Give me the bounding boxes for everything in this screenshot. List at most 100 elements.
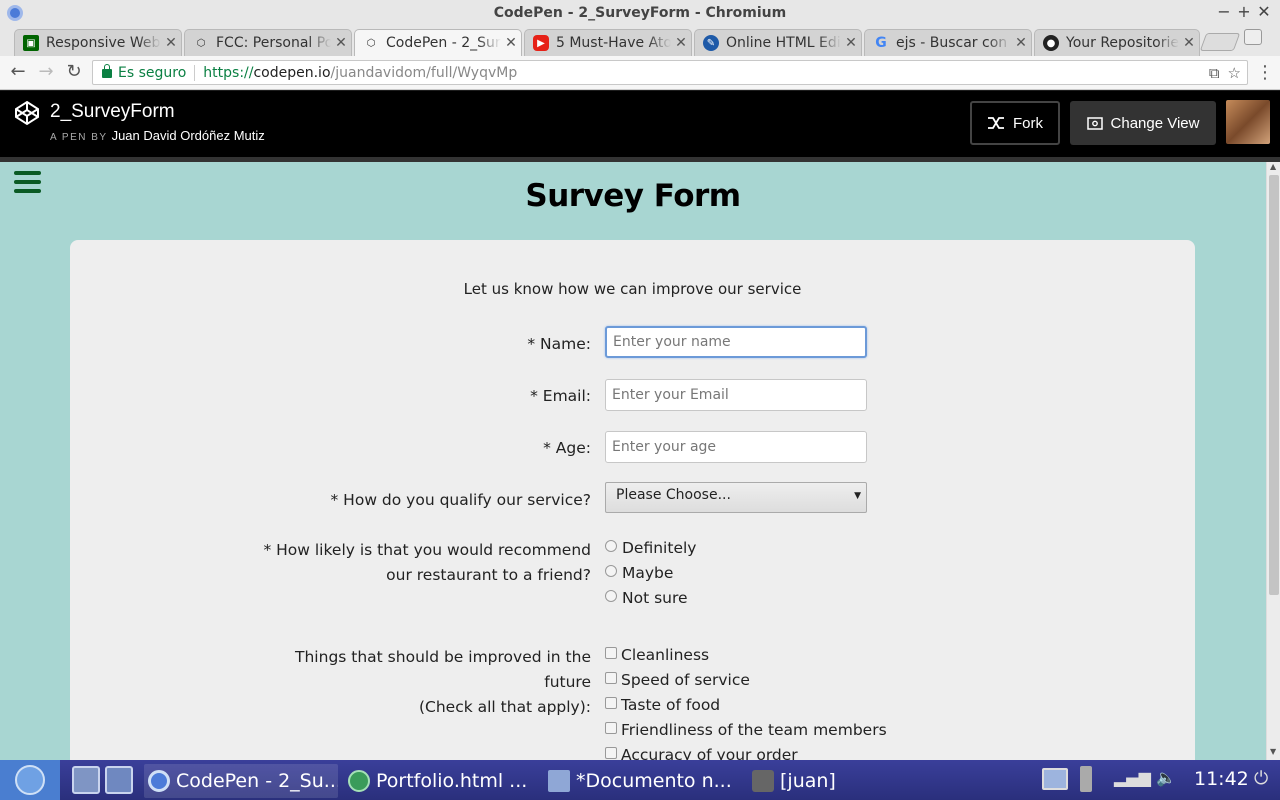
improve-option-taste[interactable]: Taste of food xyxy=(605,696,720,714)
tab-close-icon[interactable]: ✕ xyxy=(161,35,181,51)
atom-icon xyxy=(348,770,370,792)
tab-close-icon[interactable]: ✕ xyxy=(501,35,521,51)
tab-label: CodePen - 2_SurveyForm xyxy=(386,35,501,51)
clock[interactable]: 11:42 xyxy=(1194,768,1249,790)
pen-title: 2_SurveyForm xyxy=(50,101,175,122)
window-title: CodePen - 2_SurveyForm - Chromium xyxy=(493,5,787,21)
scroll-up-icon[interactable]: ▲ xyxy=(1270,162,1276,171)
radio-button[interactable] xyxy=(605,590,617,602)
tab-close-icon[interactable]: ✕ xyxy=(841,35,861,51)
taskbar-task-codepen[interactable]: CodePen - 2_Su... xyxy=(144,764,338,798)
improve-option-speed[interactable]: Speed of service xyxy=(605,671,750,689)
improve-option-cleanliness[interactable]: Cleanliness xyxy=(605,646,709,664)
tab-fcc-portfolio[interactable]: ⬡ FCC: Personal Portfolio ✕ xyxy=(184,29,352,56)
tab-label: Responsive Web Design xyxy=(46,35,161,51)
task-label: [juan] xyxy=(780,770,836,792)
browser-launcher-icon[interactable] xyxy=(105,766,133,794)
page-scrollbar[interactable]: ▲ ▼ xyxy=(1266,162,1280,760)
email-label: * Email: xyxy=(530,387,591,405)
tab-close-icon[interactable]: ✕ xyxy=(671,35,691,51)
codepen-icon: ⬡ xyxy=(196,37,206,49)
profile-icon[interactable] xyxy=(1244,29,1262,45)
checkbox[interactable] xyxy=(605,722,617,734)
radio-button[interactable] xyxy=(605,565,617,577)
tab-label: ejs - Buscar con Google xyxy=(896,35,1011,51)
taskbar-task-folder[interactable]: [juan] xyxy=(748,764,858,798)
page-title: Survey Form xyxy=(525,178,741,214)
tab-codepen-surveyform[interactable]: ⬡ CodePen - 2_SurveyForm ✕ xyxy=(354,29,522,56)
minimize-button[interactable]: − xyxy=(1214,2,1234,21)
youtube-icon: ▶ xyxy=(533,35,549,51)
tab-label: FCC: Personal Portfolio xyxy=(216,35,331,51)
fork-button[interactable]: Fork xyxy=(970,101,1060,145)
change-view-button[interactable]: Change View xyxy=(1070,101,1216,145)
new-tab-button[interactable] xyxy=(1199,33,1241,51)
recommend-label-line-1: * How likely is that you would recommend xyxy=(263,541,591,559)
tab-close-icon[interactable]: ✕ xyxy=(331,35,351,51)
radio-label: Not sure xyxy=(622,589,688,607)
recommend-option-not-sure[interactable]: Not sure xyxy=(605,589,688,607)
clipboard-icon[interactable] xyxy=(1080,766,1092,792)
tab-responsive-web-design[interactable]: ▣ Responsive Web Design ✕ xyxy=(14,29,182,56)
power-icon[interactable]: ⏻ xyxy=(1254,768,1268,789)
tab-github-repositories[interactable]: ● Your Repositories ✕ xyxy=(1034,29,1200,56)
dropdown-arrow-icon: ▼ xyxy=(854,491,861,501)
tab-close-icon[interactable]: ✕ xyxy=(1179,35,1199,51)
change-view-label: Change View xyxy=(1110,114,1200,132)
fork-label: Fork xyxy=(1013,114,1043,132)
tab-online-html-editor[interactable]: ✎ Online HTML Editor ✕ xyxy=(694,29,862,56)
radio-button[interactable] xyxy=(605,540,617,552)
radio-label: Definitely xyxy=(622,539,697,557)
email-input[interactable] xyxy=(605,379,867,411)
name-input[interactable] xyxy=(605,326,867,358)
byline-prefix: A PEN BY xyxy=(50,132,108,143)
browser-menu-icon[interactable]: ⋮ xyxy=(1256,62,1274,83)
secure-label[interactable]: Es seguro xyxy=(118,64,196,81)
close-window-button[interactable]: ✕ xyxy=(1254,2,1274,21)
author-link[interactable]: Juan David Ordóñez Mutiz xyxy=(112,128,265,143)
user-avatar[interactable] xyxy=(1226,100,1270,144)
file-manager-icon[interactable] xyxy=(72,766,100,794)
checkbox-label: Friendliness of the team members xyxy=(621,721,887,739)
tab-label: Online HTML Editor xyxy=(726,35,841,51)
bookmark-star-icon[interactable]: ☆ xyxy=(1228,64,1241,82)
volume-icon[interactable]: 🔈 xyxy=(1156,768,1176,787)
recommend-option-maybe[interactable]: Maybe xyxy=(605,564,673,582)
improve-option-friendliness[interactable]: Friendliness of the team members xyxy=(605,721,887,739)
scrollbar-thumb[interactable] xyxy=(1269,175,1279,595)
address-bar[interactable]: Es seguro https:// codepen.io /juandavid… xyxy=(92,60,1248,85)
codepen-icon: ⬡ xyxy=(366,37,376,49)
checkbox[interactable] xyxy=(605,647,617,659)
improve-label-line-3: (Check all that apply): xyxy=(418,698,591,716)
tab-google-search[interactable]: G ejs - Buscar con Google ✕ xyxy=(864,29,1032,56)
network-icon[interactable]: ▂▄▆ xyxy=(1114,768,1151,787)
age-input[interactable] xyxy=(605,431,867,463)
start-menu-button[interactable] xyxy=(0,760,60,800)
checkbox[interactable] xyxy=(605,697,617,709)
window-titlebar: CodePen - 2_SurveyForm - Chromium − + ✕ xyxy=(0,0,1280,26)
recommend-option-definitely[interactable]: Definitely xyxy=(605,539,696,557)
checkbox-label: Accuracy of your order xyxy=(621,746,798,760)
reload-button[interactable]: ↻ xyxy=(62,60,86,84)
forward-button[interactable]: → xyxy=(34,60,58,84)
improve-option-accuracy[interactable]: Accuracy of your order xyxy=(605,746,798,760)
maximize-button[interactable]: + xyxy=(1234,2,1254,21)
codepen-logo-icon[interactable] xyxy=(14,100,40,126)
url-path: /juandavidom/full/WyqvMp xyxy=(330,64,518,81)
tab-atom-packages[interactable]: ▶ 5 Must-Have Atom Packages ✕ xyxy=(524,29,692,56)
back-button[interactable]: ← xyxy=(6,60,30,84)
fork-icon xyxy=(988,117,1004,129)
scroll-down-icon[interactable]: ▼ xyxy=(1270,747,1276,756)
qualify-select[interactable]: Please Choose... ▼ xyxy=(605,482,867,513)
url-host: codepen.io xyxy=(253,64,331,81)
change-view-icon xyxy=(1086,116,1103,130)
task-label: *Documento n... xyxy=(576,770,732,792)
show-desktop-icon[interactable] xyxy=(1042,768,1068,790)
translate-icon[interactable]: ⧉ xyxy=(1209,64,1220,82)
taskbar-task-portfolio[interactable]: Portfolio.html ... xyxy=(344,764,534,798)
taskbar: CodePen - 2_Su... Portfolio.html ... *Do… xyxy=(0,760,1280,800)
taskbar-task-document[interactable]: *Documento n... xyxy=(544,764,738,798)
checkbox[interactable] xyxy=(605,672,617,684)
tab-close-icon[interactable]: ✕ xyxy=(1011,35,1031,51)
checkbox[interactable] xyxy=(605,747,617,759)
